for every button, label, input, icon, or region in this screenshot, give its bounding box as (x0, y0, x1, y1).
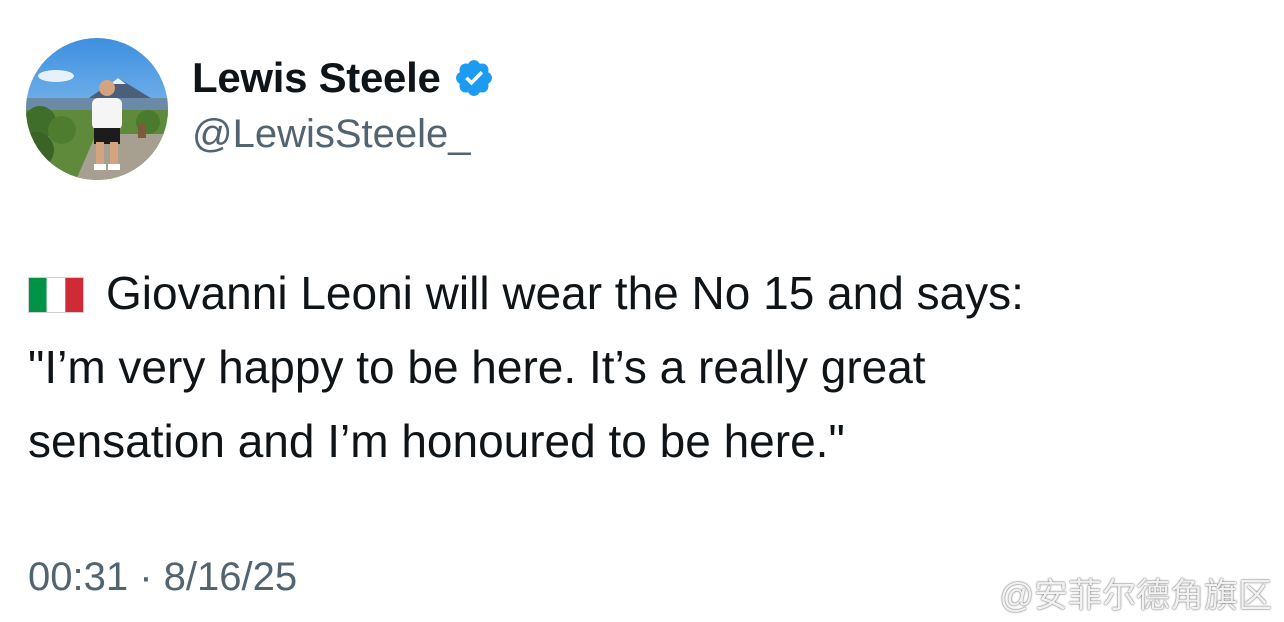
avatar[interactable] (26, 38, 168, 180)
weibo-logo-icon (947, 573, 995, 613)
tweet-line-3: sensation and I’m honoured to be here." (28, 415, 845, 467)
author-name[interactable]: Lewis Steele (192, 54, 441, 102)
tweet-text: Giovanni Leoni will wear the No 15 and s… (28, 256, 1248, 478)
watermark-text: @安菲尔德角旗区 (999, 577, 1272, 615)
tweet-line-1-text: Giovanni Leoni will wear the No 15 and s… (106, 267, 1024, 319)
tweet-timestamp[interactable]: 00:31 · 8/16/25 (28, 555, 297, 600)
verified-badge-icon (453, 57, 495, 99)
tweet-card: Lewis Steele @LewisSteele_ Giovanni Leon… (0, 0, 1284, 621)
tweet-line-2: "I’m very happy to be here. It’s a reall… (28, 341, 926, 393)
avatar-photo (26, 38, 168, 180)
author-row: Lewis Steele (192, 50, 495, 106)
tweet-line-1: Giovanni Leoni will wear the No 15 and s… (28, 256, 1248, 330)
author-handle[interactable]: @LewisSteele_ (192, 112, 471, 157)
watermark: @安菲尔德角旗区 (947, 568, 1272, 617)
italy-flag-icon (28, 277, 84, 313)
